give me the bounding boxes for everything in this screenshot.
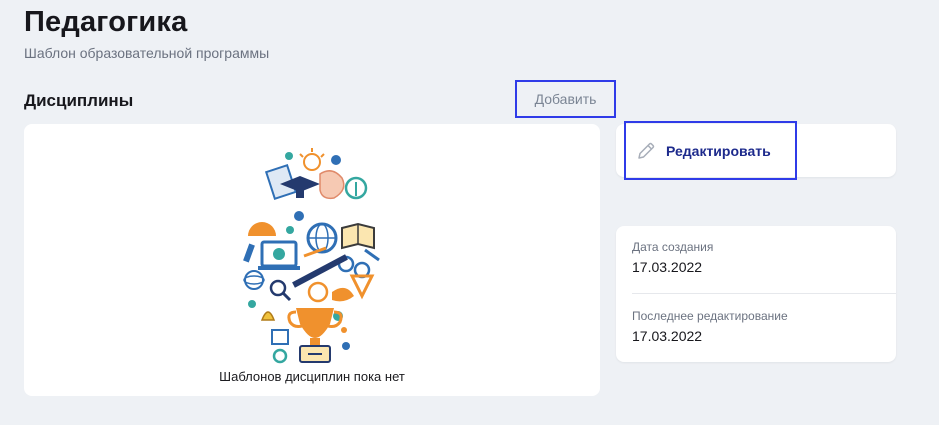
edit-button-label: Редактировать xyxy=(666,142,771,159)
edited-date-label: Последнее редактирование xyxy=(632,309,788,323)
empty-state-text: Шаблонов дисциплин пока нет xyxy=(219,369,405,384)
education-illustration-icon xyxy=(243,148,380,364)
info-card: Дата создания 17.03.2022 Последнее редак… xyxy=(616,226,896,362)
info-divider xyxy=(632,293,896,294)
created-date-value: 17.03.2022 xyxy=(632,259,703,275)
edited-date-value: 17.03.2022 xyxy=(632,328,703,344)
page-title: Педагогика xyxy=(24,6,188,38)
section-title-disciplines: Дисциплины xyxy=(24,91,134,110)
created-date-label: Дата создания xyxy=(632,240,714,254)
disciplines-empty-state: Шаблонов дисциплин пока нет xyxy=(24,124,600,396)
add-discipline-button[interactable]: Добавить xyxy=(515,80,616,118)
edit-button[interactable]: Редактировать xyxy=(624,121,797,180)
pencil-icon xyxy=(638,142,655,159)
page-subtitle: Шаблон образовательной программы xyxy=(24,45,270,61)
